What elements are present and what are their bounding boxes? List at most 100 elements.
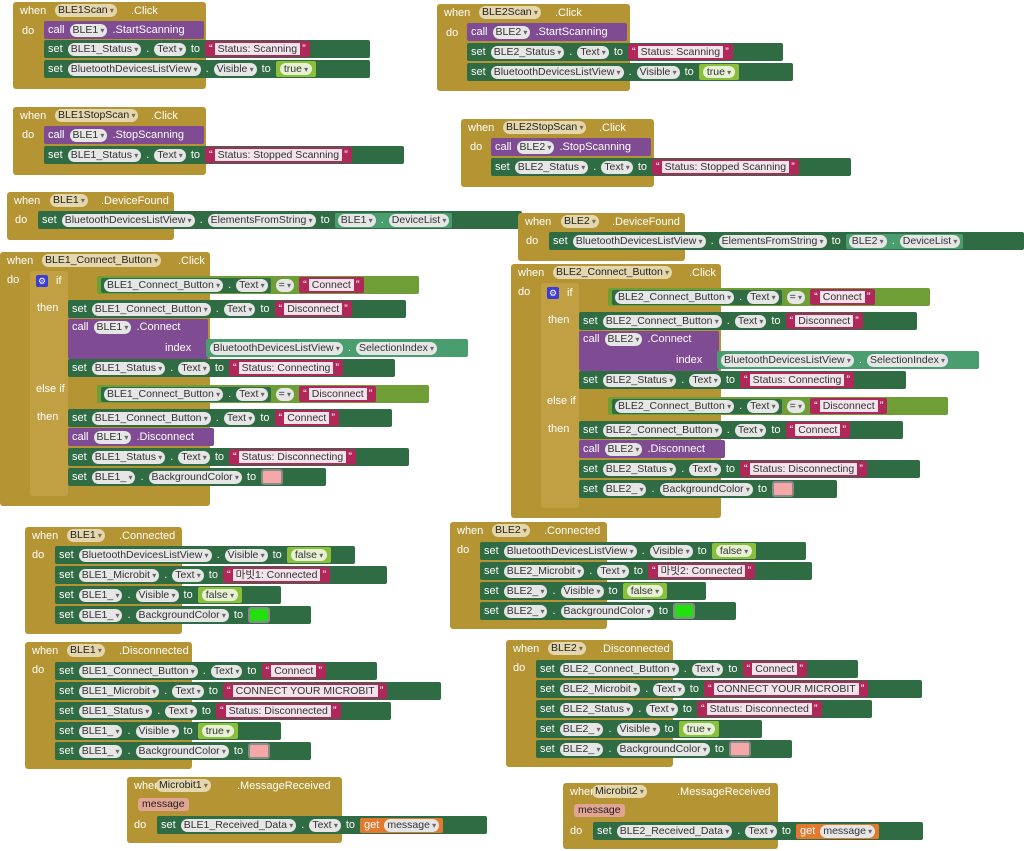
boolean-block[interactable]: false [286, 547, 332, 563]
call-stop-scanning-block[interactable]: call BLE2 .StopScanning [491, 138, 651, 156]
property-dropdown[interactable]: Visible [135, 588, 179, 602]
component-dropdown[interactable]: Microbit2 [592, 785, 647, 798]
boolean-value[interactable]: false [626, 585, 664, 597]
text-string-block[interactable]: Connect [261, 663, 326, 679]
component-dropdown[interactable]: BLE1 [93, 321, 132, 334]
set-status-text-block[interactable]: set BLE1_Status . Text to Status: Connec… [68, 359, 395, 377]
property-dropdown[interactable]: Visible [649, 544, 693, 558]
set-visible-block[interactable]: set BLE1_ . Visible to true [55, 722, 281, 740]
color-swatch-green[interactable] [673, 603, 696, 619]
string-value[interactable]: Status: Disconnected [225, 705, 331, 717]
component-dropdown[interactable]: BLE1_Status [67, 42, 142, 56]
boolean-value[interactable]: true [702, 66, 736, 78]
string-value[interactable]: Connect [308, 279, 354, 291]
string-value[interactable]: Status: Disconnecting [749, 463, 858, 475]
property-dropdown[interactable]: Text [210, 664, 243, 678]
property-dropdown[interactable]: Text [747, 290, 779, 304]
text-string-block[interactable]: Status: Connecting [740, 372, 855, 388]
component-dropdown[interactable]: BLE2_Connect_Button [615, 290, 735, 304]
set-status-text-block[interactable]: set BLE1_Status . Text to Status: Discon… [68, 448, 409, 466]
text-string-block[interactable]: Disconnect [274, 301, 352, 317]
component-dropdown[interactable]: BLE1 [337, 213, 376, 227]
property-dropdown[interactable]: Text [691, 662, 724, 676]
component-dropdown[interactable]: BLE2_Microbit [559, 682, 641, 696]
string-value[interactable]: Status: Connecting [749, 374, 845, 386]
boolean-value[interactable]: true [201, 725, 235, 737]
text-string-block[interactable]: Status: Disconnected [216, 703, 341, 719]
property-dropdown[interactable]: Text [172, 568, 204, 582]
set-visible-block[interactable]: set BLE2_ . Visible to true [536, 720, 762, 738]
event-parameter[interactable]: message [574, 804, 625, 817]
component-dropdown[interactable]: BLE1_ [78, 724, 123, 738]
set-microbit-text-block[interactable]: set BLE1_Microbit . Text to 마빗1: Connect… [55, 566, 387, 584]
component-dropdown[interactable]: BLE2_Connect_Button [553, 266, 673, 279]
property-dropdown[interactable]: Text [165, 704, 197, 718]
boolean-block[interactable]: true [678, 721, 720, 737]
component-dropdown[interactable]: BLE1_ [91, 470, 136, 484]
boolean-value[interactable]: false [201, 589, 239, 601]
property-dropdown[interactable]: Text [154, 42, 186, 56]
compare-text-block[interactable]: BLE2_Connect_Button . Text = Connect [608, 288, 930, 306]
property-dropdown[interactable]: Visible [560, 584, 604, 598]
color-swatch-pink[interactable] [248, 743, 271, 759]
component-dropdown[interactable]: BLE2Scan [479, 6, 541, 19]
property-dropdown[interactable]: DeviceList [899, 234, 961, 248]
set-background-color-block[interactable]: set BLE1_ . BackgroundColor to [68, 468, 326, 486]
property-dropdown[interactable]: Text [597, 564, 629, 578]
component-dropdown[interactable]: BLE1 [50, 194, 88, 207]
call-disconnect-block[interactable]: call BLE1 .Disconnect [68, 428, 214, 446]
component-dropdown[interactable]: BLE2_ [602, 482, 647, 496]
string-value[interactable]: Connect [795, 424, 841, 436]
text-string-block[interactable]: Disconnect [299, 386, 377, 402]
string-value[interactable]: CONNECT YOUR MICROBIT [713, 683, 859, 695]
set-status-text-block[interactable]: set BLE2_Status . Text to Status: Discon… [579, 460, 920, 478]
component-dropdown[interactable]: BluetoothDevicesListView [210, 341, 343, 355]
component-dropdown[interactable]: BluetoothDevicesListView [78, 548, 212, 562]
component-dropdown[interactable]: BLE2_Connect_Button [602, 423, 722, 437]
property-dropdown[interactable]: BackgroundColor [148, 470, 242, 484]
component-dropdown[interactable]: BLE2_Microbit [503, 564, 585, 578]
text-string-block[interactable]: Connect [810, 289, 875, 305]
component-dropdown[interactable]: BLE1_Status [78, 704, 153, 718]
component-dropdown[interactable]: BLE2 [604, 333, 643, 346]
variable-dropdown[interactable]: message [820, 824, 876, 838]
component-dropdown[interactable]: BLE1StopScan [55, 109, 139, 122]
compare-text-block[interactable]: BLE1_Connect_Button . Text = Disconnect [97, 385, 429, 403]
if-block[interactable]: ⚙ if then else if then [541, 283, 579, 508]
set-listview-elements-block[interactable]: set BluetoothDevicesListView . ElementsF… [549, 232, 1024, 250]
boolean-block[interactable]: false [622, 583, 668, 599]
component-dropdown[interactable]: BLE1_Connect_Button [91, 411, 211, 425]
device-list-getter[interactable]: BLE1 . DeviceList [334, 212, 453, 228]
text-string-block[interactable]: Status: Disconnecting [740, 461, 867, 477]
gear-icon[interactable]: ⚙ [36, 275, 48, 287]
color-swatch-green[interactable] [248, 607, 271, 623]
component-dropdown[interactable]: BLE2_Status [602, 462, 677, 476]
component-dropdown[interactable]: BLE2 [492, 524, 530, 537]
set-status-text-block[interactable]: set BLE2_Status . Text to Status: Scanni… [467, 43, 783, 61]
string-value[interactable]: CONNECT YOUR MICROBIT [232, 685, 378, 697]
text-string-block[interactable]: CONNECT YOUR MICROBIT [222, 683, 388, 699]
component-dropdown[interactable]: BLE2 [548, 642, 586, 655]
set-listview-visible-block[interactable]: set BluetoothDevicesListView . Visible t… [44, 60, 370, 78]
set-button-text-block[interactable]: set BLE2_Connect_Button . Text to Discon… [579, 312, 917, 330]
boolean-block[interactable]: true [197, 723, 239, 739]
string-value[interactable]: Status: Scanning [214, 43, 301, 55]
text-string-block[interactable]: Connect [785, 422, 850, 438]
property-dropdown[interactable]: Text [236, 278, 268, 292]
selection-index-getter[interactable]: BluetoothDevicesListView . SelectionInde… [717, 351, 979, 369]
set-status-text-block[interactable]: set BLE2_Status . Text to Status: Discon… [536, 700, 872, 718]
equals-operator[interactable]: = [786, 399, 806, 413]
component-dropdown[interactable]: BLE1 [67, 644, 105, 657]
property-dropdown[interactable]: Visible [224, 548, 268, 562]
text-string-block[interactable]: Connect [742, 661, 807, 677]
component-dropdown[interactable]: BLE1_ [78, 608, 123, 622]
component-dropdown[interactable]: BLE2 [516, 140, 555, 154]
equals-operator[interactable]: = [275, 278, 295, 292]
component-dropdown[interactable]: BLE1_ [78, 744, 123, 758]
component-dropdown[interactable]: BLE1_Connect_Button [104, 278, 224, 292]
string-value[interactable]: Status: Connecting [238, 362, 334, 374]
property-dropdown[interactable]: SelectionIndex [355, 341, 438, 355]
event-parameter[interactable]: message [138, 798, 189, 811]
button-text-getter[interactable]: BLE1_Connect_Button . Text [101, 277, 271, 293]
if-block[interactable]: ⚙ if then else if then [30, 271, 68, 496]
